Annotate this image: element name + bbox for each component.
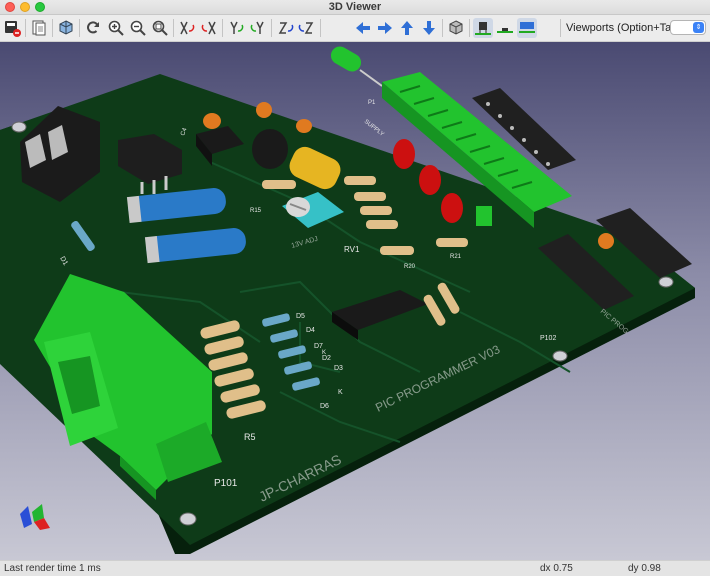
- label-supply: SUPPLY: [363, 119, 385, 138]
- copy-button[interactable]: [29, 18, 49, 38]
- rotate-x-ccw-icon: [201, 21, 216, 35]
- label-d4: D4: [306, 327, 315, 334]
- pan-down-button[interactable]: [419, 18, 439, 38]
- label-p1: P1: [368, 100, 376, 106]
- show-virtual-button[interactable]: [517, 18, 537, 38]
- dx-status: dx 0.75: [540, 563, 573, 574]
- label-rv1: RV1: [344, 245, 360, 254]
- rotate-z-cw-icon: [278, 22, 294, 34]
- pcb-3d-scene: PIC PROGRAMMER V03 JP-CHARRAS P101 P102 …: [0, 46, 695, 554]
- label-k2: K: [322, 350, 326, 356]
- zoom-fit-button[interactable]: [150, 18, 170, 38]
- label-d7: D7: [314, 343, 323, 350]
- pan-right-button[interactable]: [375, 18, 395, 38]
- zoom-in-button[interactable]: [106, 18, 126, 38]
- label-k1: K: [338, 389, 343, 396]
- rotate-z-ccw-button[interactable]: [297, 18, 317, 38]
- render-icon: [5, 21, 21, 37]
- raytrace-toggle[interactable]: [56, 18, 76, 38]
- rotate-x-cw-icon: [180, 21, 195, 35]
- virtual-icon: [519, 22, 535, 33]
- rotate-y-cw-button[interactable]: [226, 18, 246, 38]
- viewports-select[interactable]: ⇕: [670, 20, 706, 35]
- viewports-label: Viewports (Option+Tab):: [566, 22, 685, 34]
- pan-up-button[interactable]: [397, 18, 417, 38]
- rotate-y-ccw-button[interactable]: [248, 18, 268, 38]
- label-p101: P101: [214, 478, 238, 489]
- render-button[interactable]: [2, 18, 22, 38]
- label-d6: D6: [320, 403, 329, 410]
- rotate-x-ccw-button[interactable]: [199, 18, 219, 38]
- refresh-icon: [87, 21, 99, 34]
- statusbar: Last render time 1 ms dx 0.75 dy 0.98: [0, 560, 710, 576]
- arrow-up-icon: [401, 21, 413, 35]
- arrow-right-icon: [378, 22, 392, 34]
- arrow-left-icon: [356, 22, 370, 34]
- reload-button[interactable]: [83, 18, 103, 38]
- label-r5: R5: [244, 432, 256, 442]
- rotate-y-ccw-icon: [250, 21, 264, 34]
- label-p102: P102: [540, 335, 556, 342]
- show-th-button[interactable]: [473, 18, 493, 38]
- axis-gizmo: [20, 504, 50, 530]
- zoom-out-button[interactable]: [128, 18, 148, 38]
- window-title: 3D Viewer: [328, 1, 382, 13]
- zoom-fit-icon: [152, 20, 168, 36]
- label-d5: D5: [296, 313, 305, 320]
- rotate-y-cw-icon: [230, 21, 244, 34]
- ortho-cube-icon: [449, 20, 463, 35]
- label-d2: D2: [322, 355, 331, 362]
- rotate-z-cw-button[interactable]: [275, 18, 295, 38]
- zoom-in-icon: [108, 20, 124, 36]
- smd-icon: [497, 28, 513, 33]
- chevron-updown-icon: ⇕: [693, 22, 704, 33]
- label-d3: D3: [334, 365, 343, 372]
- render-time-status: Last render time 1 ms: [4, 563, 101, 574]
- label-r15: R15: [250, 208, 262, 214]
- dy-status: dy 0.98: [628, 563, 661, 574]
- arrow-down-icon: [423, 21, 435, 35]
- toolbar: Viewports (Option+Tab): ⇕: [0, 15, 710, 42]
- copy-icon: [32, 20, 46, 36]
- viewport-3d-canvas[interactable]: PIC PROGRAMMER V03 JP-CHARRAS P101 P102 …: [0, 42, 710, 560]
- rotate-z-ccw-icon: [298, 22, 314, 34]
- ortho-toggle[interactable]: [446, 18, 466, 38]
- label-r21: R21: [450, 254, 462, 260]
- tht-icon: [475, 22, 491, 35]
- label-r20: R20: [404, 264, 416, 270]
- window-titlebar: 3D Viewer: [0, 0, 710, 15]
- zoom-out-icon: [130, 20, 146, 36]
- green-capacitor: [330, 46, 383, 87]
- transistor: [252, 129, 288, 169]
- pan-left-button[interactable]: [353, 18, 373, 38]
- cube-icon: [59, 20, 73, 35]
- show-smd-button[interactable]: [495, 18, 515, 38]
- rotate-x-cw-button[interactable]: [177, 18, 197, 38]
